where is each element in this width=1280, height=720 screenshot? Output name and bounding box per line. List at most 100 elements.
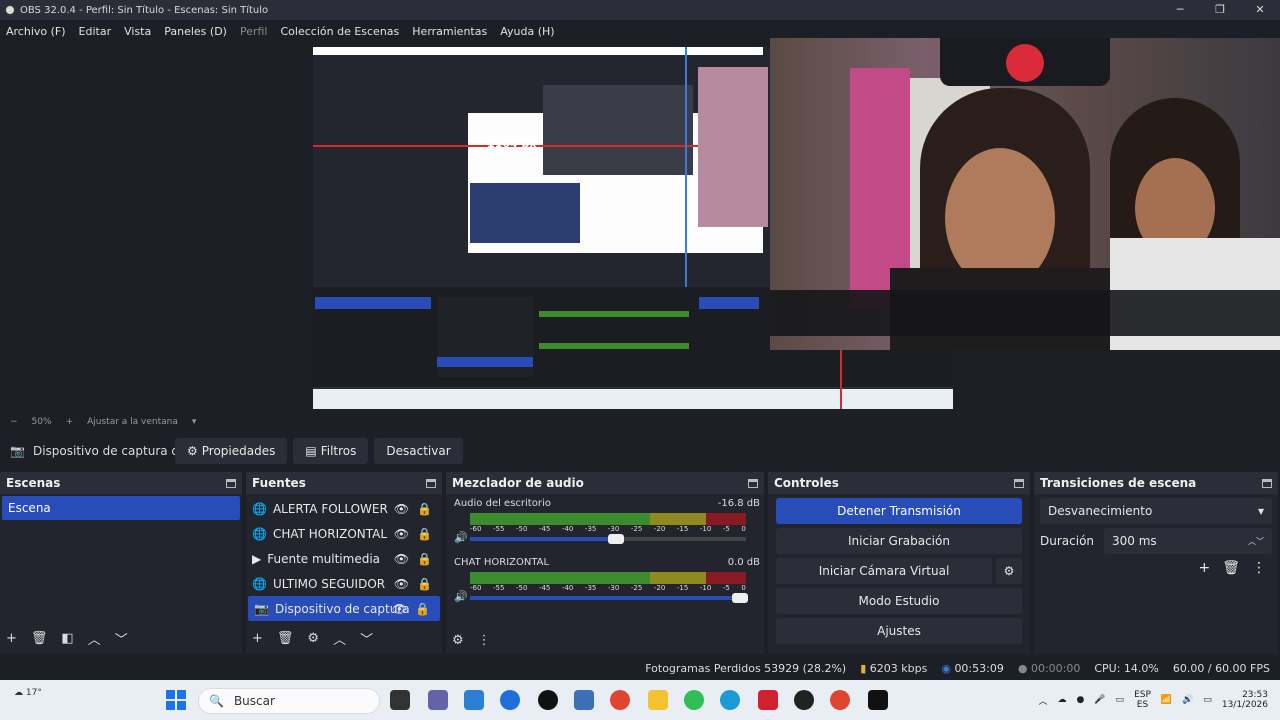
- app-tray-icon[interactable]: ●: [1076, 695, 1084, 705]
- taskbar-search[interactable]: 🔍 Buscar: [198, 688, 380, 714]
- close-icon[interactable]: ✕: [1240, 0, 1280, 20]
- undock-icon[interactable]: [426, 478, 436, 488]
- display-icon[interactable]: ▭: [1116, 695, 1125, 705]
- chrome-icon[interactable]: [610, 690, 630, 710]
- volume-icon[interactable]: 🔊: [1182, 695, 1193, 705]
- chevron-down-icon: ▾: [1257, 504, 1264, 518]
- menu-editar[interactable]: Editar: [79, 25, 112, 38]
- app-red-icon[interactable]: [758, 690, 778, 710]
- copilot-icon[interactable]: [500, 690, 520, 710]
- lock-icon[interactable]: 🔒: [417, 527, 432, 541]
- scene-item[interactable]: Escena: [2, 496, 240, 520]
- undock-icon[interactable]: [1262, 478, 1272, 488]
- chevron-down-icon[interactable]: ﹀: [115, 629, 128, 648]
- chevron-up-icon[interactable]: ︿: [1038, 694, 1047, 707]
- gear-icon[interactable]: ⚙: [307, 631, 319, 646]
- zoom-in-button[interactable]: +: [66, 417, 74, 427]
- tiktok-icon[interactable]: [538, 690, 558, 710]
- properties-button[interactable]: ⚙ Propiedades: [175, 438, 288, 464]
- add-icon[interactable]: +: [1198, 560, 1210, 576]
- gear-icon[interactable]: ⚙: [996, 558, 1022, 584]
- stop-stream-button[interactable]: Detener Transmisión: [776, 498, 1022, 524]
- notion-icon[interactable]: [868, 690, 888, 710]
- windows-start-icon[interactable]: [166, 690, 186, 710]
- network-icon[interactable]: ⚙: [452, 633, 464, 648]
- mic-icon[interactable]: 🎤: [1094, 695, 1105, 705]
- chevron-up-icon[interactable]: ︿: [333, 629, 346, 648]
- lock-icon[interactable]: 🔒: [417, 552, 432, 566]
- outlook-icon[interactable]: [464, 690, 484, 710]
- whatsapp-icon[interactable]: [684, 690, 704, 710]
- studio-mode-button[interactable]: Modo Estudio: [776, 588, 1022, 614]
- app-icon[interactable]: [574, 690, 594, 710]
- file-explorer-icon[interactable]: [390, 690, 410, 710]
- cloud-icon[interactable]: ☁: [1057, 695, 1066, 705]
- selected-source-name: Dispositivo de captura de v: [32, 444, 175, 458]
- eye-icon[interactable]: 👁: [394, 552, 409, 566]
- undock-icon[interactable]: [748, 478, 758, 488]
- eye-icon[interactable]: 👁: [394, 502, 409, 516]
- chevron-down-icon[interactable]: ﹀: [360, 629, 373, 648]
- source-item[interactable]: 📷 Dispositivo de captura 👁 🔒: [248, 596, 440, 621]
- eye-icon[interactable]: 👁: [394, 527, 409, 541]
- volume-slider[interactable]: [470, 534, 746, 544]
- speaker-icon[interactable]: 🔊: [454, 531, 468, 544]
- source-item[interactable]: 🌐 ULTIMO SEGUIDOR 👁 🔒: [246, 571, 442, 596]
- filters-button[interactable]: ▤ Filtros: [293, 438, 369, 464]
- menu-vista[interactable]: Vista: [124, 25, 151, 38]
- maximize-icon[interactable]: ❐: [1200, 0, 1240, 20]
- fit-window-select[interactable]: Ajustar a la ventana: [87, 417, 178, 427]
- eye-icon[interactable]: 👁: [394, 577, 409, 591]
- battery-icon[interactable]: ▭: [1203, 695, 1212, 705]
- preview-canvas[interactable]: 1164 px: [0, 38, 1280, 412]
- start-record-button[interactable]: Iniciar Grabación: [776, 528, 1022, 554]
- speaker-icon[interactable]: 🔊: [454, 590, 468, 603]
- settings-button[interactable]: Ajustes: [776, 618, 1022, 644]
- volume-slider[interactable]: [470, 593, 748, 603]
- transition-select[interactable]: Desvanecimiento ▾: [1040, 498, 1272, 524]
- edge-icon[interactable]: [720, 690, 740, 710]
- chevron-up-icon[interactable]: ︿: [88, 629, 101, 648]
- more-icon[interactable]: ⋮: [1252, 560, 1266, 576]
- zoom-out-button[interactable]: −: [10, 417, 18, 427]
- add-icon[interactable]: +: [6, 631, 17, 646]
- trash-icon[interactable]: 🗑: [31, 631, 48, 646]
- trash-icon[interactable]: 🗑: [1222, 560, 1240, 576]
- source-item[interactable]: 🌐 CHAT HORIZONTAL 👁 🔒: [246, 521, 442, 546]
- filter-icon[interactable]: ◧: [61, 631, 73, 646]
- lock-icon[interactable]: 🔒: [415, 602, 430, 616]
- minimize-icon[interactable]: ─: [1160, 0, 1200, 20]
- meter-scale: -60 -55 -50 -45 -40 -35 -30 -25 -20 -15 -10 -5 0: [470, 525, 746, 533]
- transitions-title: Transiciones de escena: [1040, 476, 1197, 490]
- eye-icon[interactable]: 👁: [392, 602, 407, 616]
- more-icon[interactable]: ⋮: [478, 633, 491, 648]
- undock-icon[interactable]: [226, 478, 236, 488]
- duration-field[interactable]: 300 ms ︿﹀: [1104, 528, 1272, 554]
- source-item[interactable]: ▶ Fuente multimedia 👁 🔒: [246, 546, 442, 571]
- undock-icon[interactable]: [1014, 478, 1024, 488]
- menu-coleccion[interactable]: Colección de Escenas: [281, 25, 400, 38]
- camera-icon: 📷: [254, 601, 269, 616]
- menu-ayuda[interactable]: Ayuda (H): [500, 25, 554, 38]
- language-indicator[interactable]: ESP ES: [1134, 690, 1151, 710]
- source-label: ULTIMO SEGUIDOR: [272, 576, 386, 591]
- chrome-profile-icon[interactable]: [830, 690, 850, 710]
- weather-widget[interactable]: ☁ 17°: [14, 688, 42, 698]
- menu-herramientas[interactable]: Herramientas: [412, 25, 487, 38]
- menu-archivo[interactable]: Archivo (F): [6, 25, 66, 38]
- virtual-camera-button[interactable]: Iniciar Cámara Virtual: [776, 558, 992, 584]
- deactivate-button[interactable]: Desactivar: [374, 438, 463, 464]
- wifi-icon[interactable]: 📶: [1161, 695, 1172, 705]
- lock-icon[interactable]: 🔒: [417, 502, 432, 516]
- menu-paneles[interactable]: Paneles (D): [164, 25, 227, 38]
- add-icon[interactable]: +: [252, 631, 263, 646]
- source-item[interactable]: 🌐 ALERTA FOLLOWER 👁 🔒: [246, 496, 442, 521]
- folder-icon[interactable]: [648, 690, 668, 710]
- obs-taskbar-icon[interactable]: [794, 690, 814, 710]
- trash-icon[interactable]: 🗑: [277, 631, 294, 646]
- lock-icon[interactable]: 🔒: [417, 577, 432, 591]
- teams-icon[interactable]: [428, 690, 448, 710]
- menu-perfil[interactable]: Perfil: [240, 25, 268, 38]
- chevron-down-icon[interactable]: ▾: [192, 417, 197, 427]
- clock[interactable]: 23:53 13/1/2026: [1222, 690, 1268, 710]
